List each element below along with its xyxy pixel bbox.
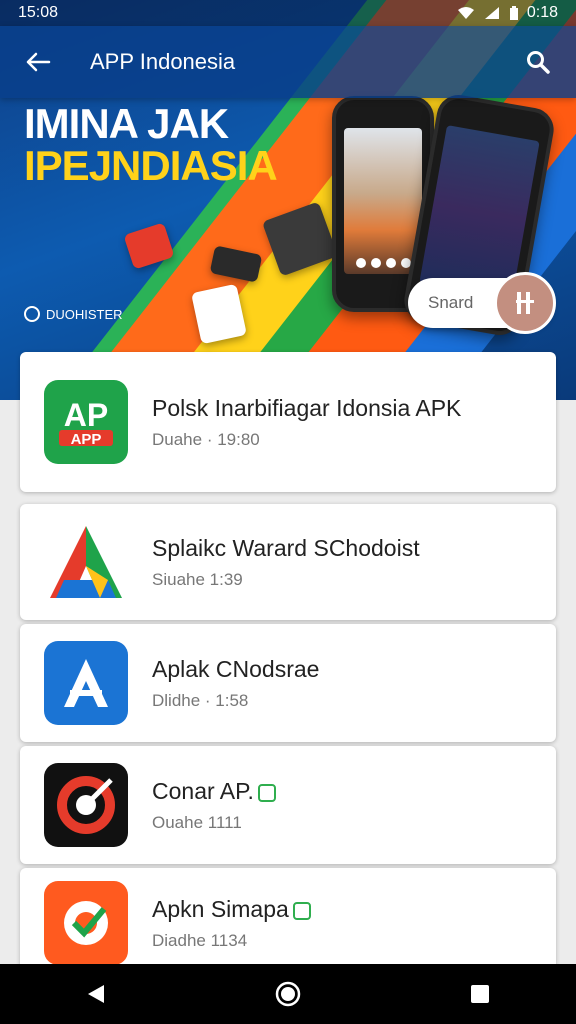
red-target-logo-icon: [44, 763, 128, 847]
system-nav-bar: [0, 964, 576, 1024]
nav-recents-icon[interactable]: [456, 970, 504, 1018]
app-name: Aplak CNodsrae: [152, 656, 320, 682]
share-label: Snard: [428, 293, 474, 312]
status-clock: 0:18: [526, 4, 558, 21]
brand-name: DUOHISTER: [46, 306, 123, 322]
list-item[interactable]: Conar AP. Ouahe 1111: [20, 746, 556, 864]
brand-logo-icon: [24, 306, 40, 322]
download-icon: [516, 292, 534, 314]
back-arrow-icon[interactable]: [20, 44, 56, 80]
app-meta: Ouahe 1111: [152, 813, 242, 832]
app-bar: APP Indonesia: [0, 26, 576, 98]
list-item[interactable]: AP APP Polsk Inarbifiagar Idonsia APK Dua…: [20, 352, 556, 492]
list-item[interactable]: Aplak CNodsrae Dlidhe · 1:58: [20, 624, 556, 742]
page-title: APP Indonesia: [90, 49, 236, 74]
battery-icon: [509, 6, 518, 20]
list-item[interactable]: Splaikc Warard SChodoist Siuahe 1:39: [20, 504, 556, 620]
app-name: Polsk Inarbifiagar Idonsia APK: [152, 395, 462, 421]
verified-badge-icon: [292, 901, 311, 920]
green-app-logo-icon: AP APP: [44, 380, 128, 464]
verified-badge-icon: [257, 783, 276, 802]
list-item[interactable]: Apkn Simapa Diadhe 1134: [20, 868, 556, 978]
orange-gear-logo-icon: [44, 881, 128, 965]
nav-back-icon[interactable]: [72, 970, 120, 1018]
tri-color-a-logo-icon: [44, 520, 128, 604]
hero-headline: IMINA JAK: [24, 100, 229, 147]
app-name: Conar AP.: [152, 777, 276, 805]
app-meta: Siuahe 1:39: [152, 570, 243, 589]
wifi-icon: [457, 7, 474, 19]
app-name: Splaikc Warard SChodoist: [152, 535, 420, 561]
app-name: Apkn Simapa: [152, 895, 311, 923]
app-meta: Dlidhe · 1:58: [152, 691, 249, 710]
fab-button[interactable]: [494, 272, 556, 334]
svg-text:APP: APP: [71, 431, 102, 448]
signal-icon: [484, 7, 499, 19]
hero-subheadline: IPEJNDIASIA: [24, 142, 278, 189]
app-meta: Diadhe 1134: [152, 931, 248, 950]
status-bar: 15:08 0:18: [0, 0, 576, 26]
svg-text:AP: AP: [64, 397, 108, 433]
nav-home-icon[interactable]: [264, 970, 312, 1018]
hero-brand: DUOHISTER: [24, 306, 123, 322]
search-icon[interactable]: [520, 44, 556, 80]
status-time: 15:08: [18, 4, 59, 21]
blue-a-logo-icon: [44, 641, 128, 725]
app-meta: Duahe · 19:80: [152, 430, 260, 449]
